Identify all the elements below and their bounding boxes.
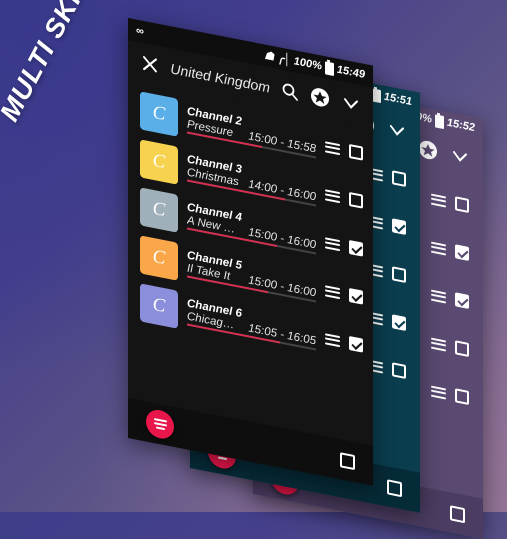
avatar: C bbox=[140, 187, 178, 233]
drag-handle-icon[interactable] bbox=[431, 337, 446, 352]
select-checkbox[interactable] bbox=[455, 388, 469, 405]
row-actions bbox=[325, 283, 363, 305]
phone-panel-dark: ∞ ☗ ╭│ 100% 15:49 United Kingdom C Channe… bbox=[128, 18, 373, 486]
drag-handle-icon[interactable] bbox=[431, 241, 446, 256]
drag-handle-icon[interactable] bbox=[431, 193, 446, 208]
row-actions bbox=[325, 187, 363, 209]
search-icon[interactable] bbox=[280, 79, 300, 105]
avatar: C bbox=[140, 235, 178, 281]
row-actions bbox=[325, 139, 363, 161]
battery-icon bbox=[434, 113, 444, 129]
select-checkbox[interactable] bbox=[392, 218, 406, 235]
select-checkbox[interactable] bbox=[455, 196, 469, 213]
promo-label: MULTI SKINS bbox=[0, 0, 106, 127]
battery-icon bbox=[324, 60, 334, 76]
clock-label: 15:52 bbox=[446, 116, 475, 134]
menu-fab-button[interactable] bbox=[146, 407, 174, 441]
drag-handle-icon[interactable] bbox=[325, 140, 340, 155]
battery-percent-label: 100% bbox=[293, 54, 322, 73]
drag-handle-icon[interactable] bbox=[325, 188, 340, 203]
select-checkbox[interactable] bbox=[349, 143, 363, 161]
clock-label: 15:49 bbox=[336, 63, 365, 81]
drag-handle-icon[interactable] bbox=[431, 385, 446, 400]
infinity-icon: ∞ bbox=[136, 24, 144, 38]
avatar: C bbox=[140, 283, 178, 329]
select-checkbox[interactable] bbox=[392, 170, 406, 187]
drag-handle-icon[interactable] bbox=[325, 284, 340, 299]
star-icon[interactable] bbox=[417, 137, 439, 163]
drag-handle-icon[interactable] bbox=[325, 236, 340, 251]
chevron-down-icon[interactable] bbox=[449, 143, 471, 169]
chevron-down-icon[interactable] bbox=[341, 90, 361, 116]
select-checkbox[interactable] bbox=[349, 287, 363, 305]
select-checkbox[interactable] bbox=[455, 244, 469, 261]
chevron-down-icon[interactable] bbox=[386, 117, 408, 143]
row-actions bbox=[325, 331, 363, 353]
stop-icon[interactable] bbox=[450, 504, 465, 523]
channel-list: C Channel 2 Pressure 15:00 - 15:58 C Channel … bbox=[128, 80, 373, 376]
row-actions bbox=[325, 235, 363, 257]
select-checkbox[interactable] bbox=[349, 239, 363, 257]
select-checkbox[interactable] bbox=[349, 335, 363, 353]
star-icon[interactable] bbox=[310, 84, 330, 110]
select-checkbox[interactable] bbox=[392, 362, 406, 379]
stop-icon[interactable] bbox=[387, 478, 402, 497]
drag-handle-icon[interactable] bbox=[431, 289, 446, 304]
avatar: C bbox=[140, 91, 178, 137]
select-checkbox[interactable] bbox=[392, 314, 406, 331]
signal-icon: ╭│ bbox=[277, 51, 291, 67]
select-checkbox[interactable] bbox=[455, 340, 469, 357]
clock-label: 15:51 bbox=[383, 90, 412, 108]
battery-icon bbox=[371, 87, 381, 103]
drag-handle-icon[interactable] bbox=[325, 332, 340, 347]
select-checkbox[interactable] bbox=[392, 266, 406, 283]
select-checkbox[interactable] bbox=[455, 292, 469, 309]
select-checkbox[interactable] bbox=[349, 191, 363, 209]
stop-icon[interactable] bbox=[340, 451, 355, 470]
close-icon[interactable] bbox=[140, 51, 160, 77]
avatar: C bbox=[140, 139, 178, 185]
wifi-icon: ☗ bbox=[264, 49, 275, 63]
